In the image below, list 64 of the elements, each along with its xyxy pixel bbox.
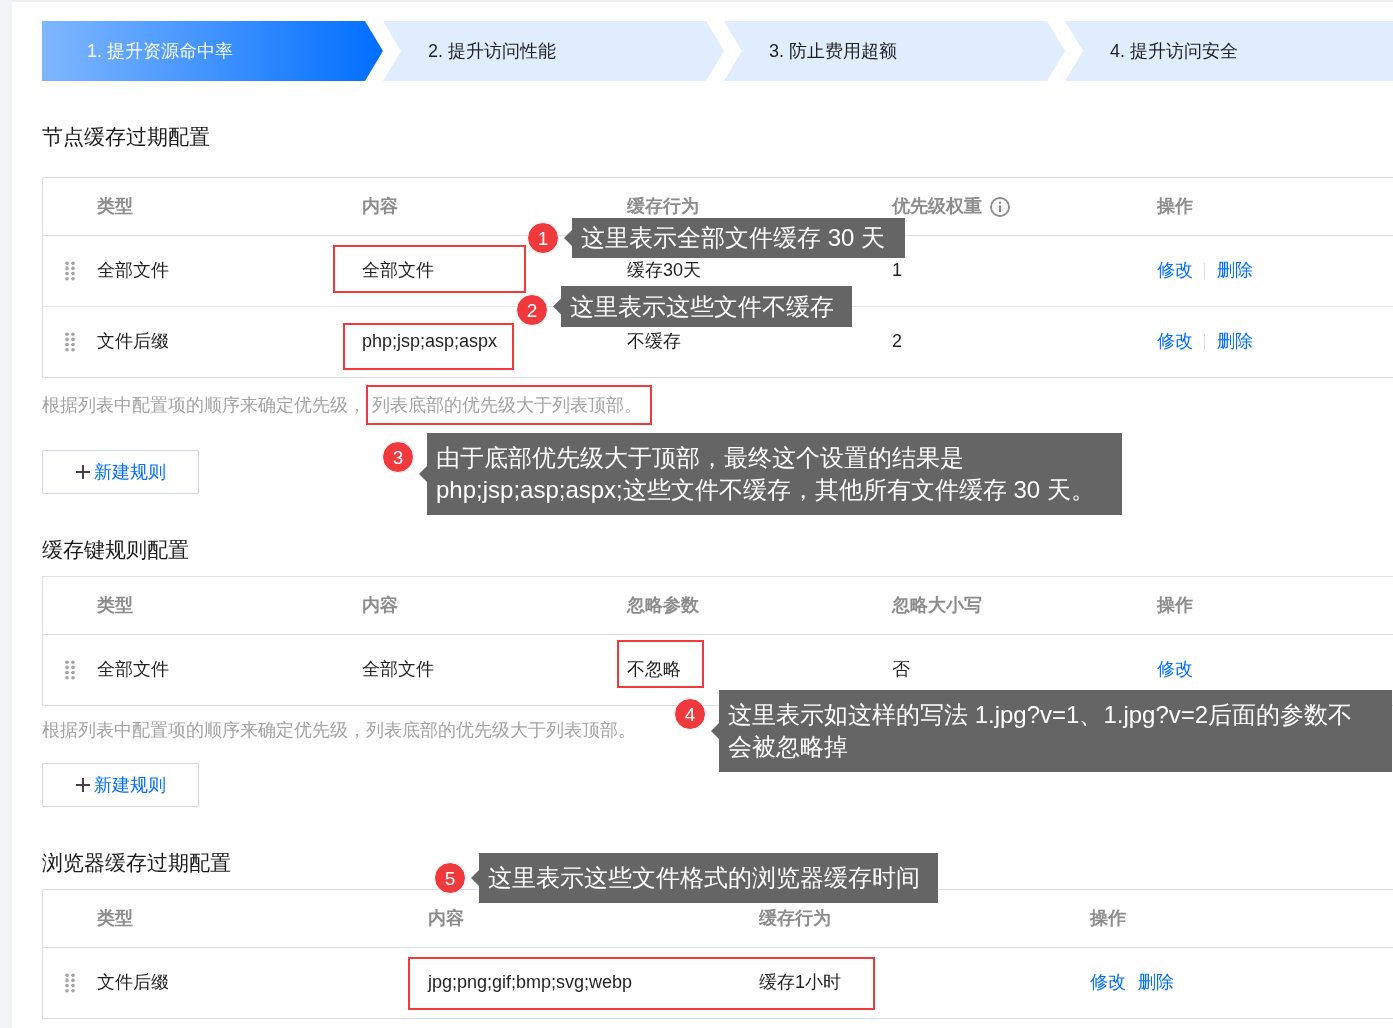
section-title: 节点缓存过期配置 [42, 124, 210, 150]
priority-note: 根据列表中配置项的顺序来确定优先级， [42, 394, 366, 417]
table-cell: 文件后缀 [97, 972, 169, 994]
drag-handle-icon[interactable] [65, 973, 75, 993]
step-tab[interactable]: 2. 提升访问性能 [383, 21, 724, 81]
column-header: 优先级权重 [892, 195, 982, 218]
step-tab[interactable]: 1. 提升资源命中率 [42, 21, 383, 81]
column-header: 忽略大小写 [892, 594, 982, 617]
column-header: 类型 [97, 594, 133, 617]
plus-icon [75, 465, 90, 479]
column-header: 内容 [428, 907, 464, 930]
table-cell: 缓存1小时 [759, 972, 841, 994]
action-link[interactable]: 修改 [1157, 659, 1193, 681]
column-header: 内容 [362, 594, 398, 617]
number-badge: 2 [516, 294, 548, 326]
column-header: 类型 [97, 907, 133, 930]
number-badge: 4 [674, 698, 706, 730]
section-title: 缓存键规则配置 [42, 537, 189, 563]
action-link[interactable]: 修改 [1157, 260, 1193, 282]
plus-icon [75, 778, 90, 792]
action-link[interactable]: 删除 [1217, 331, 1253, 353]
column-header: 忽略参数 [627, 594, 699, 617]
table-cell: 全部文件 [97, 260, 169, 282]
table-cell: jpg;png;gif;bmp;svg;webp [428, 972, 633, 994]
table-cell: 2 [892, 331, 902, 353]
table-cell: 全部文件 [97, 659, 169, 681]
number-badge: 1 [527, 222, 559, 254]
section-title: 浏览器缓存过期配置 [42, 850, 231, 876]
column-header: 操作 [1090, 907, 1126, 930]
callout-box: 这里表示这些文件不缓存 [553, 286, 852, 327]
step-tab[interactable]: 4. 提升访问安全 [1065, 21, 1393, 81]
table-cell: 缓存30天 [627, 260, 702, 282]
column-header: 类型 [97, 195, 133, 218]
callout-box: 这里表示全部文件缓存 30 天 [564, 218, 905, 258]
column-header: 内容 [362, 195, 398, 218]
table-cell: 否 [892, 659, 910, 681]
action-link[interactable]: 删除 [1217, 260, 1253, 282]
step-tab[interactable]: 3. 防止费用超额 [724, 21, 1065, 81]
callout-box: 这里表示这些文件格式的浏览器缓存时间 [471, 853, 938, 903]
add-rule-button[interactable]: 新建规则 [42, 763, 199, 807]
table-cell: 不缓存 [627, 331, 681, 353]
action-link[interactable]: 修改 [1090, 972, 1126, 994]
priority-note: 列表底部的优先级大于列表顶部。 [372, 395, 642, 415]
callout-box: 这里表示如这样的写法 1.jpg?v=1、1.jpg?v=2后面的参数不会被忽略掉 [711, 690, 1392, 772]
table-cell: 全部文件 [362, 659, 434, 681]
table-cell: php;jsp;asp;aspx [362, 331, 498, 353]
column-header: 缓存行为 [627, 195, 699, 218]
action-link[interactable]: 修改 [1157, 331, 1193, 353]
drag-handle-icon[interactable] [65, 332, 75, 352]
callout-box: 由于底部优先级大于顶部，最终这个设置的结果是 php;jsp;asp;aspx;这些文件不缓存，其他所有文件缓存 30 天。 [419, 433, 1122, 515]
table-cell: 不忽略 [627, 659, 681, 681]
column-header: 操作 [1157, 594, 1193, 617]
table-cell: 全部文件 [362, 260, 434, 282]
priority-note: 根据列表中配置项的顺序来确定优先级，列表底部的优先级大于列表顶部。 [42, 719, 636, 742]
table-cell: 1 [892, 260, 902, 282]
column-header: 操作 [1157, 195, 1193, 218]
number-badge: 5 [434, 862, 466, 894]
drag-handle-icon[interactable] [65, 261, 75, 281]
column-header: 缓存行为 [759, 907, 831, 930]
add-rule-button[interactable]: 新建规则 [42, 450, 199, 494]
table-cell: 文件后缀 [97, 331, 169, 353]
number-badge: 3 [382, 441, 414, 473]
drag-handle-icon[interactable] [65, 660, 75, 680]
action-link[interactable]: 删除 [1138, 972, 1174, 994]
